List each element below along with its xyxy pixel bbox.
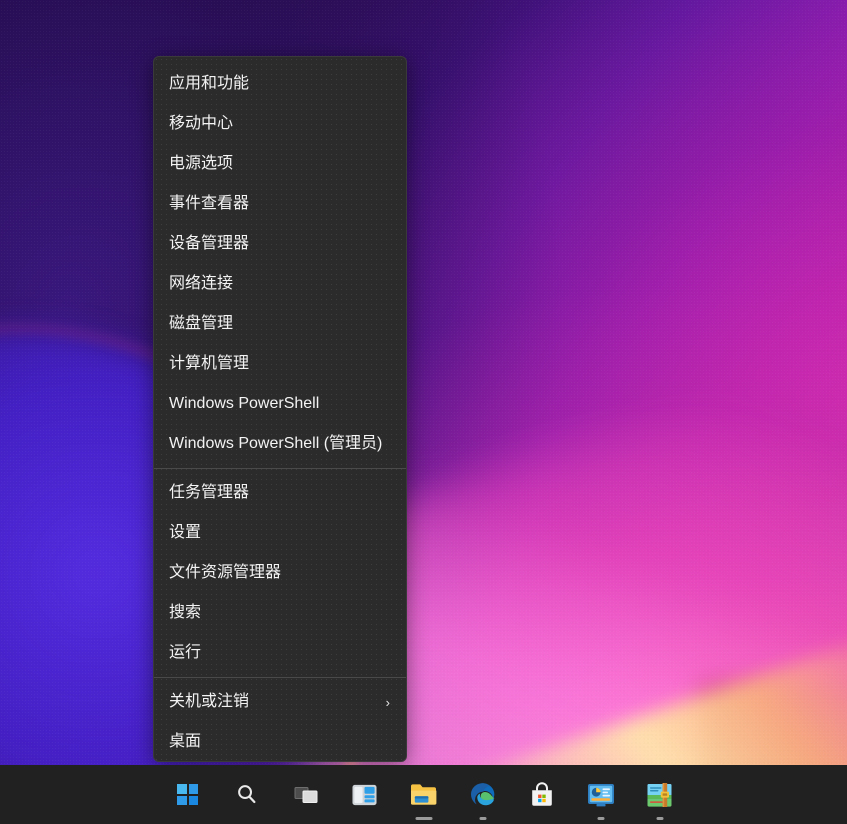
menu-item-label: 磁盘管理 xyxy=(169,315,234,332)
menu-item-apps-and-features[interactable]: 应用和功能 xyxy=(154,64,406,104)
menu-item-label: Windows PowerShell (管理员) xyxy=(169,435,383,452)
system-monitor-icon xyxy=(587,783,614,806)
taskbar-widgets-button[interactable] xyxy=(345,775,385,815)
microsoft-edge-icon xyxy=(471,783,495,806)
chevron-right-icon: › xyxy=(385,694,390,710)
menu-item-label: 移动中心 xyxy=(169,115,234,132)
menu-item-search[interactable]: 搜索 xyxy=(154,593,406,633)
menu-item-label: 设置 xyxy=(169,524,202,541)
taskbar-button-group xyxy=(168,775,680,820)
menu-item-label: 事件查看器 xyxy=(169,195,250,212)
taskbar-task-view-button[interactable] xyxy=(286,775,326,815)
menu-item-windows-powershell[interactable]: Windows PowerShell xyxy=(154,384,406,424)
taskbar-archiver-button[interactable] xyxy=(640,775,680,820)
menu-item-label: 设备管理器 xyxy=(169,235,250,252)
menu-item-label: 应用和功能 xyxy=(169,75,250,92)
taskbar-start-button[interactable] xyxy=(168,775,208,815)
search-icon xyxy=(238,785,256,804)
win-x-context-menu[interactable]: 应用和功能 移动中心 电源选项 事件查看器 设备管理器 网络连接 磁盘管理 计算… xyxy=(153,56,407,762)
menu-item-label: 运行 xyxy=(169,644,202,661)
menu-item-label: 搜索 xyxy=(169,604,202,621)
running-indicator xyxy=(415,816,432,820)
menu-item-label: 任务管理器 xyxy=(169,484,250,501)
desktop-wallpaper[interactable] xyxy=(0,0,847,765)
menu-item-settings[interactable]: 设置 xyxy=(154,513,406,553)
running-indicator xyxy=(597,816,604,820)
taskbar-search-button[interactable] xyxy=(227,775,267,815)
windows-start-icon xyxy=(177,784,198,805)
menu-item-label: 电源选项 xyxy=(169,155,234,172)
taskbar-microsoft-store-button[interactable] xyxy=(522,775,562,815)
running-indicator xyxy=(479,816,486,820)
menu-item-power-options[interactable]: 电源选项 xyxy=(154,144,406,184)
menu-item-file-explorer[interactable]: 文件资源管理器 xyxy=(154,553,406,593)
menu-item-device-manager[interactable]: 设备管理器 xyxy=(154,224,406,264)
menu-item-network-connections[interactable]: 网络连接 xyxy=(154,264,406,304)
menu-item-label: 关机或注销 xyxy=(169,693,250,710)
taskbar[interactable] xyxy=(0,765,847,824)
menu-item-event-viewer[interactable]: 事件查看器 xyxy=(154,184,406,224)
menu-item-desktop[interactable]: 桌面 xyxy=(154,722,406,761)
menu-item-label: 桌面 xyxy=(169,733,202,750)
running-indicator xyxy=(656,816,663,820)
menu-item-mobility-center[interactable]: 移动中心 xyxy=(154,104,406,144)
menu-item-run[interactable]: 运行 xyxy=(154,633,406,673)
menu-separator-1 xyxy=(154,468,406,469)
microsoft-store-icon xyxy=(531,781,552,806)
file-explorer-icon xyxy=(410,784,436,805)
widgets-icon xyxy=(352,784,377,805)
taskbar-system-monitor-button[interactable] xyxy=(581,775,621,820)
taskbar-microsoft-edge-button[interactable] xyxy=(463,775,503,820)
taskbar-file-explorer-button[interactable] xyxy=(404,775,444,820)
menu-item-label: 计算机管理 xyxy=(169,355,250,372)
menu-item-label: 网络连接 xyxy=(169,275,234,292)
menu-item-task-manager[interactable]: 任务管理器 xyxy=(154,473,406,513)
menu-item-windows-powershell-admin[interactable]: Windows PowerShell (管理员) xyxy=(154,424,406,464)
menu-item-shut-down-or-sign-out[interactable]: 关机或注销 › xyxy=(154,682,406,722)
archive-manager-icon xyxy=(647,782,672,807)
desktop-screen: 应用和功能 移动中心 电源选项 事件查看器 设备管理器 网络连接 磁盘管理 计算… xyxy=(0,0,847,824)
menu-item-label: 文件资源管理器 xyxy=(169,564,282,581)
menu-item-label: Windows PowerShell xyxy=(169,395,320,412)
task-view-icon xyxy=(294,786,317,803)
menu-separator-2 xyxy=(154,677,406,678)
menu-item-disk-management[interactable]: 磁盘管理 xyxy=(154,304,406,344)
menu-item-computer-management[interactable]: 计算机管理 xyxy=(154,344,406,384)
